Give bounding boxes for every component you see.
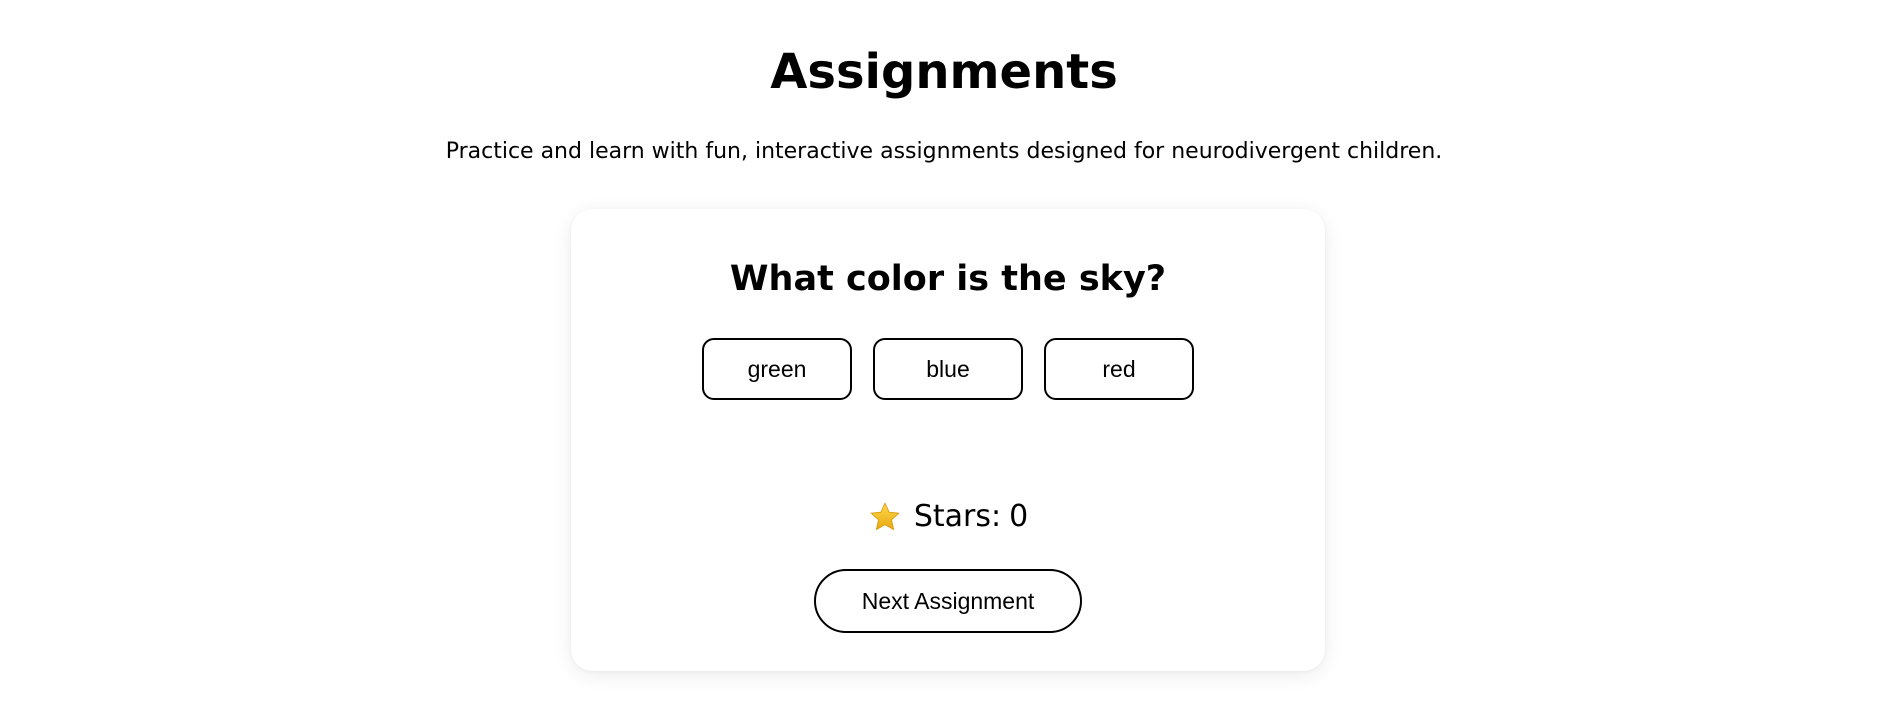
star-icon xyxy=(868,500,902,534)
stars-counter: Stars: 0 xyxy=(571,497,1325,537)
page-subtitle: Practice and learn with fun, interactive… xyxy=(445,139,1443,164)
answer-options: green blue red xyxy=(571,338,1325,400)
page-title: Assignments xyxy=(770,44,1118,100)
option-button-blue[interactable]: blue xyxy=(873,338,1023,400)
next-assignment-button[interactable]: Next Assignment xyxy=(814,569,1082,633)
option-button-red[interactable]: red xyxy=(1044,338,1194,400)
question-text: What color is the sky? xyxy=(729,259,1167,299)
stars-text: Stars: 0 xyxy=(914,497,1028,537)
stars-label: Stars: xyxy=(913,499,1002,534)
option-button-green[interactable]: green xyxy=(702,338,852,400)
stars-count: 0 xyxy=(1009,499,1029,534)
page: Assignments Practice and learn with fun,… xyxy=(0,0,1888,727)
assignment-card: What color is the sky? green blue red St… xyxy=(571,209,1325,671)
